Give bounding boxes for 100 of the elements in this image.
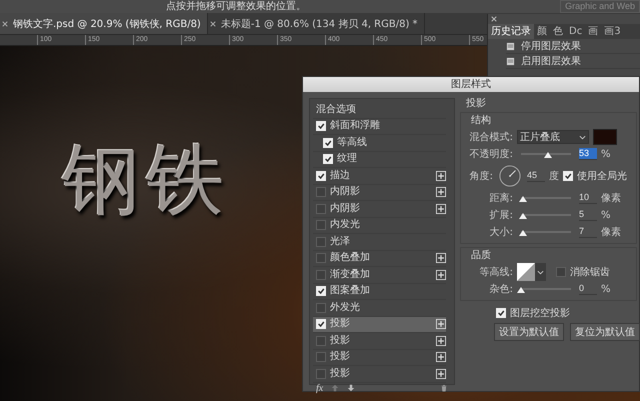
style-label: 投影 xyxy=(330,350,351,364)
checkbox[interactable] xyxy=(316,220,326,230)
slider-thumb[interactable] xyxy=(518,213,526,219)
style-list-item[interactable]: 内发光 xyxy=(313,218,446,234)
add-icon[interactable] xyxy=(436,270,446,280)
metal-text: 钢铁 xyxy=(62,135,230,225)
opacity-input[interactable]: 53 xyxy=(579,148,597,160)
style-list-item[interactable]: 混合选项 xyxy=(313,102,446,118)
unit-label: % xyxy=(601,148,611,160)
style-list-item[interactable]: 光泽 xyxy=(313,234,446,250)
document-icon xyxy=(506,56,515,66)
blend-mode-dropdown[interactable]: 正片叠底 xyxy=(517,130,589,144)
add-icon[interactable] xyxy=(436,204,446,214)
checkbox-label: 消除锯齿 xyxy=(570,266,610,279)
checkbox[interactable] xyxy=(316,204,326,214)
effects-button[interactable]: fx xyxy=(316,382,324,394)
style-label: 等高线 xyxy=(337,136,368,150)
trash-icon[interactable] xyxy=(440,384,448,392)
field-label: 大小: xyxy=(488,226,513,239)
slider-thumb[interactable] xyxy=(518,230,526,236)
style-list-item[interactable]: 渐变叠加 xyxy=(313,267,446,284)
slider-thumb[interactable] xyxy=(517,287,525,293)
add-icon[interactable] xyxy=(436,336,446,346)
style-list-item[interactable]: 投影 xyxy=(313,350,446,366)
down-arrow-icon[interactable] xyxy=(347,384,356,392)
field-label: 不透明度: xyxy=(468,148,513,161)
style-label: 投影 xyxy=(330,334,351,348)
style-list-item[interactable]: 图案叠加 xyxy=(313,284,446,300)
angle-input[interactable]: 45 xyxy=(527,170,545,182)
add-icon[interactable] xyxy=(436,253,446,264)
field-label: 等高线: xyxy=(478,266,513,279)
close-icon[interactable] xyxy=(2,20,8,26)
add-icon[interactable] xyxy=(436,187,446,198)
unit-label: 像素 xyxy=(601,192,621,205)
style-list-item[interactable]: 内阴影 xyxy=(313,184,446,201)
slider-thumb[interactable] xyxy=(518,196,526,202)
checkbox[interactable] xyxy=(316,336,326,346)
checkbox-label: 使用全局光 xyxy=(577,170,627,183)
style-list-item[interactable]: 投影 xyxy=(313,333,446,350)
panel-tab[interactable]: 历史记录 xyxy=(488,24,534,39)
close-icon[interactable] xyxy=(210,20,216,26)
add-icon[interactable] xyxy=(436,170,446,181)
group-title: 品质 xyxy=(471,250,492,262)
checkbox[interactable] xyxy=(556,267,566,277)
add-icon[interactable] xyxy=(436,319,446,330)
value-input[interactable]: 10 xyxy=(579,192,597,204)
checkbox[interactable] xyxy=(316,236,326,247)
checkbox[interactable] xyxy=(316,270,326,280)
style-label: 光泽 xyxy=(330,234,351,249)
angle-dial[interactable] xyxy=(499,165,521,187)
caret-icon xyxy=(537,268,544,276)
default-button[interactable]: 复位为默认值 xyxy=(570,323,640,341)
unit-label: % xyxy=(601,210,611,220)
style-list-item[interactable]: 描边 xyxy=(313,168,446,184)
style-list-item[interactable]: 投影 xyxy=(313,316,446,333)
add-icon[interactable] xyxy=(436,352,446,362)
contour-picker[interactable] xyxy=(517,263,546,281)
unit-label: 像素 xyxy=(601,226,621,239)
group-title: 结构 xyxy=(471,115,492,127)
default-button[interactable]: 设置为默认值 xyxy=(494,323,564,341)
value-input[interactable]: 5 xyxy=(579,209,597,221)
style-list-item[interactable]: 投影 xyxy=(313,366,446,382)
up-arrow-icon[interactable] xyxy=(331,384,340,392)
document-tab[interactable]: 钢铁文字.psd @ 20.9% (钢铁侠, RGB/8) xyxy=(0,13,208,34)
field-label: 距离: xyxy=(488,192,513,205)
style-list-item[interactable]: 颜色叠加 xyxy=(313,250,446,267)
style-label: 纹理 xyxy=(337,152,358,166)
document-icon xyxy=(506,42,515,50)
section-title: 投影 xyxy=(466,98,487,109)
checkbox[interactable] xyxy=(316,302,326,313)
style-label: 投影 xyxy=(330,366,351,381)
document-tab[interactable]: 未标题-1 @ 80.6% (134 拷贝 4, RGB/8) * xyxy=(208,13,425,34)
checkbox[interactable] xyxy=(316,253,326,264)
style-list-item[interactable]: 斜面和浮雕 xyxy=(313,118,446,135)
style-list-item[interactable]: 等高线 xyxy=(313,135,446,152)
style-list-item[interactable]: 纹理 xyxy=(313,152,446,168)
unit-label: 度 xyxy=(549,170,559,183)
style-label: 混合选项 xyxy=(316,102,357,117)
dialog-title: 图层样式 xyxy=(303,77,639,92)
slider-thumb[interactable] xyxy=(544,152,552,158)
panel-tab[interactable]: Dc xyxy=(566,24,586,39)
panel-tab[interactable]: 色 xyxy=(550,24,566,39)
checkbox[interactable] xyxy=(316,352,326,362)
checkbox[interactable] xyxy=(316,187,326,198)
close-icon[interactable] xyxy=(491,16,497,22)
value-input[interactable]: 0 xyxy=(579,283,597,295)
style-list-item[interactable]: 内阴影 xyxy=(313,201,446,218)
color-swatch[interactable] xyxy=(593,129,617,145)
history-item[interactable]: 启用图层效果 xyxy=(506,54,640,69)
value-input[interactable]: 7 xyxy=(579,226,597,238)
panel-tab[interactable]: 画 xyxy=(585,24,602,39)
panel-tab[interactable]: 画3 xyxy=(601,24,624,39)
style-label: 内阴影 xyxy=(330,185,361,200)
panel-tab[interactable]: 颜 xyxy=(534,24,550,39)
add-icon[interactable] xyxy=(436,368,446,379)
history-item[interactable]: 停用图层效果 xyxy=(506,39,640,54)
style-label: 描边 xyxy=(330,168,351,183)
checkbox[interactable] xyxy=(316,368,326,379)
field-label: 杂色: xyxy=(488,282,513,296)
style-label: 渐变叠加 xyxy=(330,268,371,282)
